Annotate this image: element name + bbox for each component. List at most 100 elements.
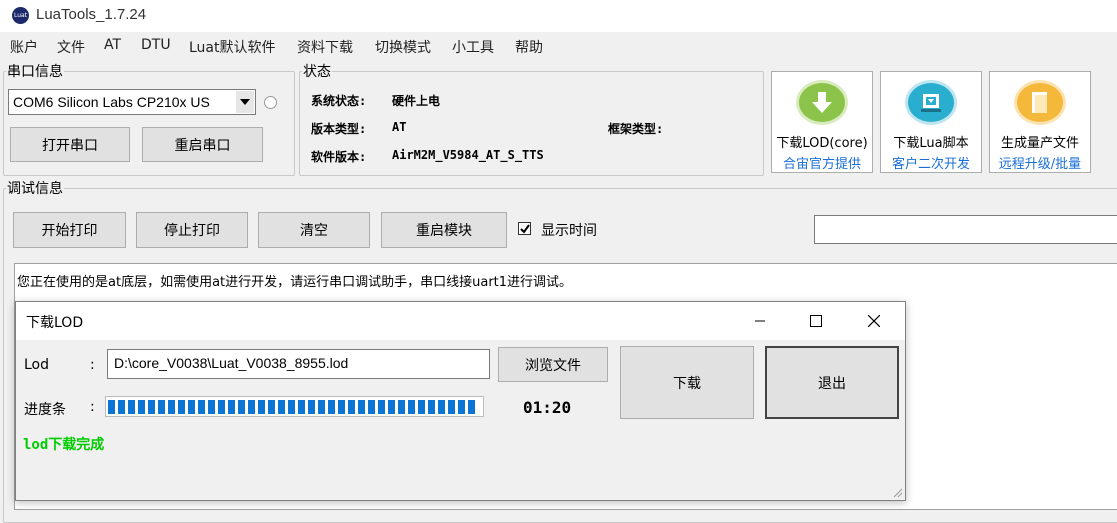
menu-at[interactable]: AT xyxy=(104,37,121,53)
system-status-value: 硬件上电 xyxy=(392,94,441,108)
menu-account[interactable]: 账户 xyxy=(10,37,38,57)
download-button[interactable]: 下载 xyxy=(620,346,754,419)
chevron-down-icon[interactable] xyxy=(236,91,254,113)
generate-file-label: 生成量产文件 xyxy=(1000,136,1079,151)
progress-segment xyxy=(278,400,285,414)
status-group-label: 状态 xyxy=(303,64,331,80)
progress-segment xyxy=(418,400,425,414)
progress-segment xyxy=(328,400,335,414)
progress-segment xyxy=(388,400,395,414)
version-type-value: AT xyxy=(392,120,407,134)
progress-segment xyxy=(198,400,205,414)
progress-segment xyxy=(468,400,475,414)
progress-segment xyxy=(338,400,345,414)
serial-port-value: COM6 Silicon Labs CP210x US xyxy=(13,94,210,110)
app-logo-icon: Luat xyxy=(12,7,29,24)
generate-file-sublabel: 远程升级/批量 xyxy=(998,157,1082,172)
progress-segment xyxy=(358,400,365,414)
restart-module-button[interactable]: 重启模块 xyxy=(381,212,507,248)
menu-luat-default-software[interactable]: Luat默认软件 xyxy=(189,37,276,57)
progress-segment xyxy=(188,400,195,414)
progress-segment xyxy=(268,400,275,414)
progress-segment xyxy=(318,400,325,414)
progress-segment xyxy=(448,400,455,414)
download-lod-button[interactable]: 下载LOD(core) 合宙官方提供 xyxy=(771,71,873,173)
menu-tools[interactable]: 小工具 xyxy=(452,37,494,57)
generate-production-file-button[interactable]: 生成量产文件 远程升级/批量 xyxy=(989,71,1091,173)
download-lua-label: 下载Lua脚本 xyxy=(893,136,969,151)
restart-port-button[interactable]: 重启串口 xyxy=(142,127,263,162)
progress-segment xyxy=(258,400,265,414)
elapsed-time: 01:20 xyxy=(523,398,572,417)
lod-path-input[interactable]: D:\core_V0038\Luat_V0038_8955.lod xyxy=(107,349,490,379)
progress-segment xyxy=(128,400,135,414)
progress-segment xyxy=(118,400,125,414)
progress-segment xyxy=(218,400,225,414)
progress-segment xyxy=(378,400,385,414)
title-bar: Luat LuaTools_1.7.24 xyxy=(0,0,1117,32)
software-version-value: AirM2M_V5984_AT_S_TTS xyxy=(392,148,544,162)
browse-file-button[interactable]: 浏览文件 xyxy=(498,347,608,382)
progress-segment xyxy=(138,400,145,414)
menu-docs-download[interactable]: 资料下载 xyxy=(297,37,353,57)
dialog-title-bar: 下载LOD xyxy=(16,302,905,340)
progress-colon: : xyxy=(90,399,95,415)
progress-segment xyxy=(458,400,465,414)
progress-fill xyxy=(107,397,484,416)
progress-segment xyxy=(398,400,405,414)
progress-segment xyxy=(308,400,315,414)
system-status-label: 系统状态: xyxy=(311,94,367,108)
document-icon xyxy=(1014,80,1066,125)
progress-segment xyxy=(408,400,415,414)
download-lua-script-button[interactable]: 下载Lua脚本 客户二次开发 xyxy=(880,71,982,173)
stop-print-button[interactable]: 停止打印 xyxy=(136,212,248,248)
menu-file[interactable]: 文件 xyxy=(57,37,85,57)
progress-segment xyxy=(248,400,255,414)
show-time-checkbox[interactable] xyxy=(518,222,531,235)
download-lod-dialog: 下载LOD Lod : D:\core_V0038\Luat_V0038_895… xyxy=(15,301,906,501)
progress-bar xyxy=(105,396,484,417)
download-lod-sublabel: 合宙官方提供 xyxy=(782,157,861,172)
progress-segment xyxy=(168,400,175,414)
menu-dtu[interactable]: DTU xyxy=(141,37,171,53)
lod-path-value: D:\core_V0038\Luat_V0038_8955.lod xyxy=(114,355,349,371)
software-version-label: 软件版本: xyxy=(311,150,367,164)
download-arrow-icon xyxy=(796,80,848,125)
open-port-button[interactable]: 打开串口 xyxy=(10,127,130,162)
dialog-title: 下载LOD xyxy=(26,315,84,331)
progress-segment xyxy=(438,400,445,414)
download-lod-label: 下载LOD(core) xyxy=(776,136,868,151)
maximize-icon[interactable] xyxy=(796,304,836,338)
menu-switch-mode[interactable]: 切换模式 xyxy=(375,37,431,57)
progress-segment xyxy=(368,400,375,414)
progress-label: 进度条 xyxy=(24,402,66,418)
show-time-label: 显示时间 xyxy=(541,223,597,239)
framework-type-label: 框架类型: xyxy=(608,122,664,136)
progress-segment xyxy=(228,400,235,414)
log-line: 您正在使用的是at底层，如需使用at进行开发，请运行串口调试助手，串口线接uar… xyxy=(17,275,573,290)
progress-segment xyxy=(288,400,295,414)
version-type-label: 版本类型: xyxy=(311,122,367,136)
serial-group-label: 串口信息 xyxy=(7,64,63,80)
close-icon[interactable] xyxy=(854,304,894,338)
progress-segment xyxy=(348,400,355,414)
debug-group-label: 调试信息 xyxy=(7,181,63,197)
refresh-radio[interactable] xyxy=(264,96,277,109)
window-title: LuaTools_1.7.24 xyxy=(36,6,147,23)
download-lua-sublabel: 客户二次开发 xyxy=(891,157,970,172)
progress-segment xyxy=(178,400,185,414)
filter-input[interactable] xyxy=(814,215,1117,244)
minimize-icon[interactable] xyxy=(740,304,780,338)
exit-button[interactable]: 退出 xyxy=(765,346,899,419)
download-status-text: lod下载完成 xyxy=(23,437,105,453)
lod-colon: : xyxy=(90,357,95,373)
clear-button[interactable]: 清空 xyxy=(258,212,370,248)
resize-grip-icon[interactable] xyxy=(891,486,903,498)
serial-port-select[interactable]: COM6 Silicon Labs CP210x US xyxy=(8,89,256,115)
progress-segment xyxy=(428,400,435,414)
progress-segment xyxy=(148,400,155,414)
progress-segment xyxy=(238,400,245,414)
progress-segment xyxy=(208,400,215,414)
start-print-button[interactable]: 开始打印 xyxy=(13,212,126,248)
menu-help[interactable]: 帮助 xyxy=(515,37,543,57)
